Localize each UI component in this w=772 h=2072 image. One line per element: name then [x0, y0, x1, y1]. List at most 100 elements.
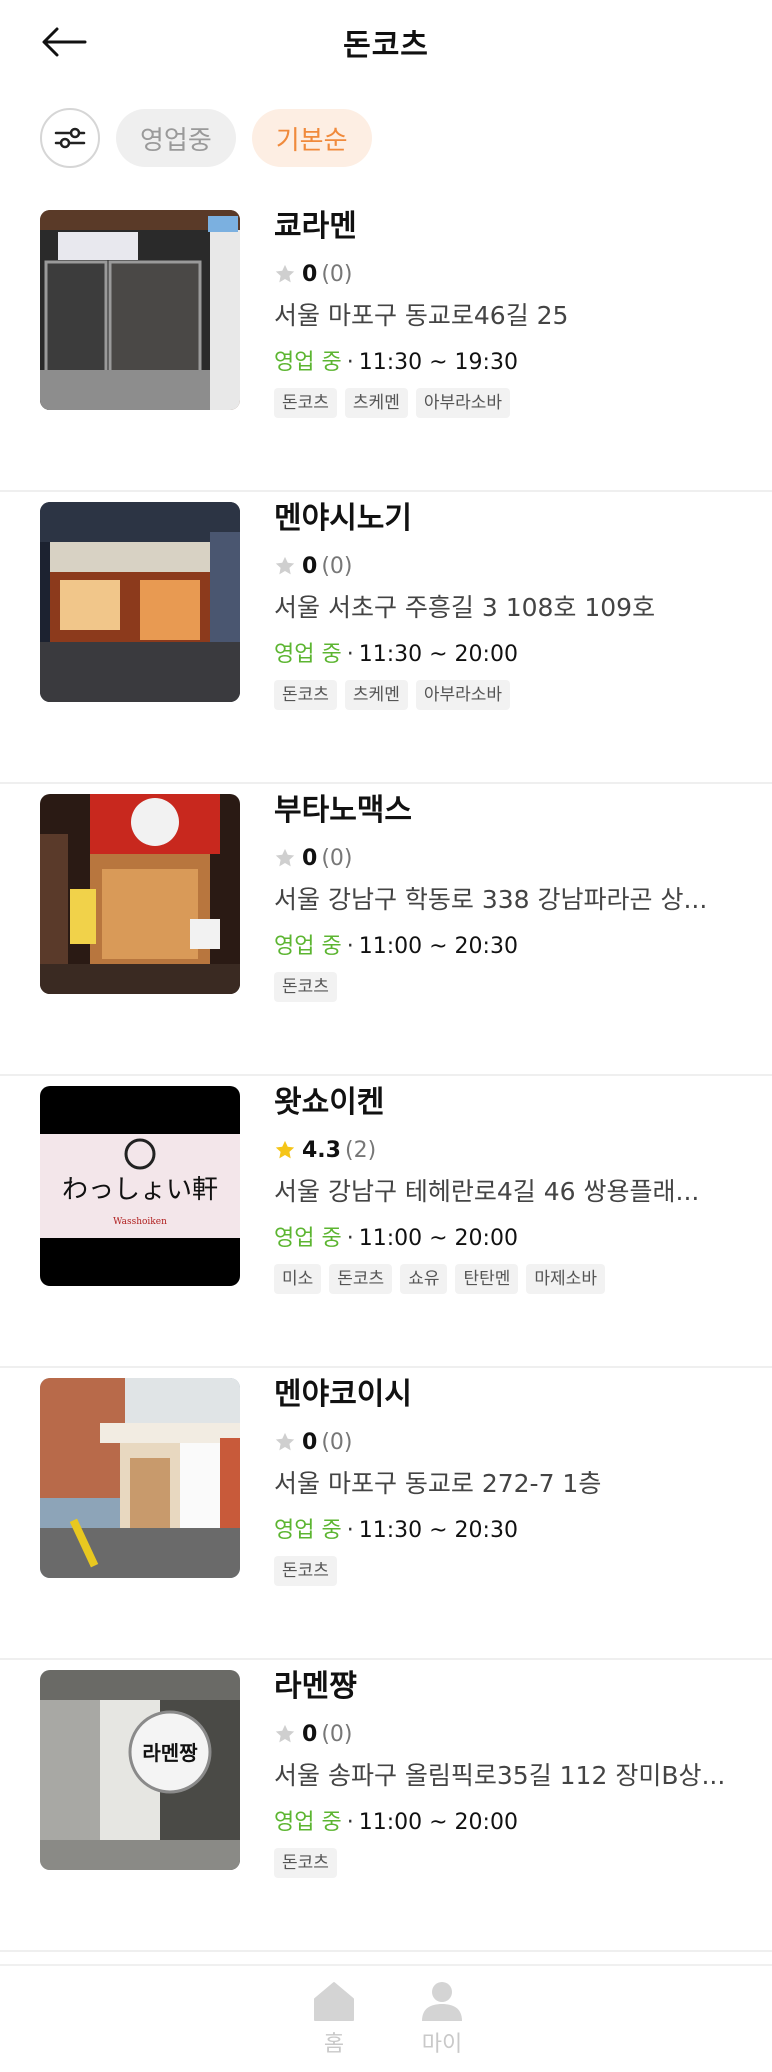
tag-list: 돈코츠: [274, 972, 752, 1002]
open-status: 영업 중: [274, 1226, 342, 1251]
sort-default-chip[interactable]: 기본순: [251, 109, 372, 167]
rating: 0 (0): [274, 842, 752, 874]
open-status: 영업 중: [274, 1810, 342, 1835]
restaurant-item[interactable]: 부타노맥스 0 (0) 서울 강남구 학동로 338 강남파라곤 상... 영업…: [0, 784, 772, 1076]
rating: 0 (0): [274, 258, 752, 290]
separator-dot: ·: [346, 934, 354, 959]
restaurant-thumbnail: わっしょい軒 Wasshoiken: [40, 1086, 240, 1286]
restaurant-thumbnail: [40, 1378, 240, 1578]
nav-my[interactable]: 마이: [402, 1980, 482, 2058]
restaurant-name: 라멘쨩: [274, 1669, 357, 1704]
nav-home[interactable]: 홈: [294, 1980, 374, 2058]
restaurant-address: 서울 강남구 학동로 338 강남파라곤 상...: [274, 885, 708, 914]
review-count: (0): [321, 845, 353, 871]
star-icon: [275, 848, 295, 867]
restaurant-thumbnail: [40, 502, 240, 702]
restaurant-address: 서울 송파구 올림픽로35길 112 장미B상...: [274, 1761, 726, 1790]
restaurant-thumbnail: 라멘짱: [40, 1670, 240, 1870]
hours-text: 11:30 ~ 19:30: [358, 350, 518, 375]
separator-dot: ·: [346, 1810, 354, 1835]
restaurant-info: 멘야시노기 0 (0) 서울 서초구 주흥길 3 108호 109호 영업 중 …: [274, 498, 752, 710]
tag: 돈코츠: [274, 680, 337, 710]
rating-score: 0: [302, 1429, 318, 1455]
separator-dot: ·: [346, 642, 354, 667]
sliders-icon: [54, 127, 86, 149]
restaurant-info: 왓쇼이켄 4.3 (2) 서울 강남구 테헤란로4길 46 쌍용플래... 영업…: [274, 1082, 752, 1294]
hours-text: 11:30 ~ 20:00: [358, 642, 518, 667]
rating-score: 4.3: [302, 1137, 341, 1163]
rating-score: 0: [302, 553, 318, 579]
tag: 아부라소바: [415, 388, 511, 418]
sign-text: 라멘짱: [142, 1741, 198, 1765]
restaurant-info: 라멘쨩 0 (0) 서울 송파구 올림픽로35길 112 장미B상... 영업 …: [274, 1666, 752, 1878]
restaurant-thumbnail: [40, 210, 240, 410]
rating: 0 (0): [274, 1718, 752, 1750]
restaurant-name: 멘야시노기: [274, 501, 412, 536]
separator-dot: ·: [346, 1518, 354, 1543]
tag: 츠케멘: [344, 388, 408, 418]
filter-bar: 영업중 기본순: [40, 108, 372, 168]
rating-score: 0: [302, 1721, 318, 1747]
header: 돈코츠: [0, 0, 772, 88]
restaurant-name: 부타노맥스: [274, 793, 412, 828]
star-icon: [275, 1140, 295, 1159]
star-icon: [275, 264, 295, 283]
filter-button[interactable]: [40, 108, 100, 168]
opening-hours: 영업 중 · 11:00 ~ 20:00: [274, 1224, 752, 1254]
home-icon: [314, 1982, 354, 2021]
restaurant-address: 서울 강남구 테헤란로4길 46 쌍용플래...: [274, 1177, 700, 1206]
tag: 탄탄멘: [455, 1264, 519, 1294]
hours-text: 11:30 ~ 20:30: [358, 1518, 518, 1543]
opening-hours: 영업 중 · 11:30 ~ 20:30: [274, 1516, 752, 1546]
hours-text: 11:00 ~ 20:30: [358, 934, 518, 959]
hours-text: 11:00 ~ 20:00: [358, 1810, 518, 1835]
tag: 돈코츠: [274, 1556, 337, 1586]
restaurant-item[interactable]: 쿄라멘 0 (0) 서울 마포구 동교로46길 25 영업 중 · 11:30 …: [0, 200, 772, 492]
page-title: 돈코츠: [343, 28, 429, 63]
hours-text: 11:00 ~ 20:00: [358, 1226, 518, 1251]
tag: 아부라소바: [415, 680, 511, 710]
bottom-nav: 홈 마이: [0, 1964, 772, 2072]
star-icon: [275, 1724, 295, 1743]
restaurant-item[interactable]: 멘야코이시 0 (0) 서울 마포구 동교로 272-7 1층 영업 중 · 1…: [0, 1368, 772, 1660]
tag: 돈코츠: [329, 1264, 393, 1294]
restaurant-name: 쿄라멘: [274, 209, 357, 244]
open-status: 영업 중: [274, 350, 342, 375]
restaurant-item[interactable]: 멘야시노기 0 (0) 서울 서초구 주흥길 3 108호 109호 영업 중 …: [0, 492, 772, 784]
open-status: 영업 중: [274, 642, 342, 667]
restaurant-address: 서울 서초구 주흥길 3 108호 109호: [274, 593, 656, 622]
tag-list: 돈코츠: [274, 1556, 752, 1586]
restaurant-name: 멘야코이시: [274, 1377, 412, 1412]
restaurant-item[interactable]: 라멘짱 라멘쨩 0 (0) 서울 송파구 올림픽로35길 112 장미B상...…: [0, 1660, 772, 1952]
restaurant-name: 왓쇼이켄: [274, 1085, 385, 1120]
opening-hours: 영업 중 · 11:30 ~ 20:00: [274, 640, 752, 670]
review-count: (2): [344, 1137, 377, 1163]
open-now-chip[interactable]: 영업중: [116, 109, 236, 167]
review-count: (0): [321, 261, 353, 287]
restaurant-info: 멘야코이시 0 (0) 서울 마포구 동교로 272-7 1층 영업 중 · 1…: [274, 1374, 752, 1586]
tag-list: 돈코츠 츠케멘 아부라소바: [274, 680, 752, 710]
nav-my-label: 마이: [421, 2032, 463, 2057]
review-count: (0): [321, 1429, 353, 1455]
tag: 쇼유: [400, 1264, 448, 1294]
rating-score: 0: [302, 845, 318, 871]
open-status: 영업 중: [274, 934, 342, 959]
restaurant-list: 쿄라멘 0 (0) 서울 마포구 동교로46길 25 영업 중 · 11:30 …: [0, 200, 772, 1952]
open-status: 영업 중: [274, 1518, 342, 1543]
logo-subtext: Wasshoiken: [113, 1217, 167, 1227]
rating: 0 (0): [274, 1426, 752, 1458]
tag: 미소: [274, 1264, 322, 1294]
rating: 0 (0): [274, 550, 752, 582]
opening-hours: 영업 중 · 11:00 ~ 20:00: [274, 1808, 752, 1838]
person-icon: [422, 1982, 462, 2021]
star-icon: [275, 1432, 295, 1451]
separator-dot: ·: [346, 350, 354, 375]
restaurant-item[interactable]: わっしょい軒 Wasshoiken 왓쇼이켄 4.3 (2) 서울 강남구 테헤…: [0, 1076, 772, 1368]
tag: 마제소바: [526, 1264, 605, 1294]
opening-hours: 영업 중 · 11:00 ~ 20:30: [274, 932, 752, 962]
logo-text: わっしょい軒: [62, 1175, 218, 1205]
tag-list: 돈코츠: [274, 1848, 752, 1878]
restaurant-thumbnail: [40, 794, 240, 994]
restaurant-info: 부타노맥스 0 (0) 서울 강남구 학동로 338 강남파라곤 상... 영업…: [274, 790, 752, 1002]
review-count: (0): [321, 553, 353, 579]
